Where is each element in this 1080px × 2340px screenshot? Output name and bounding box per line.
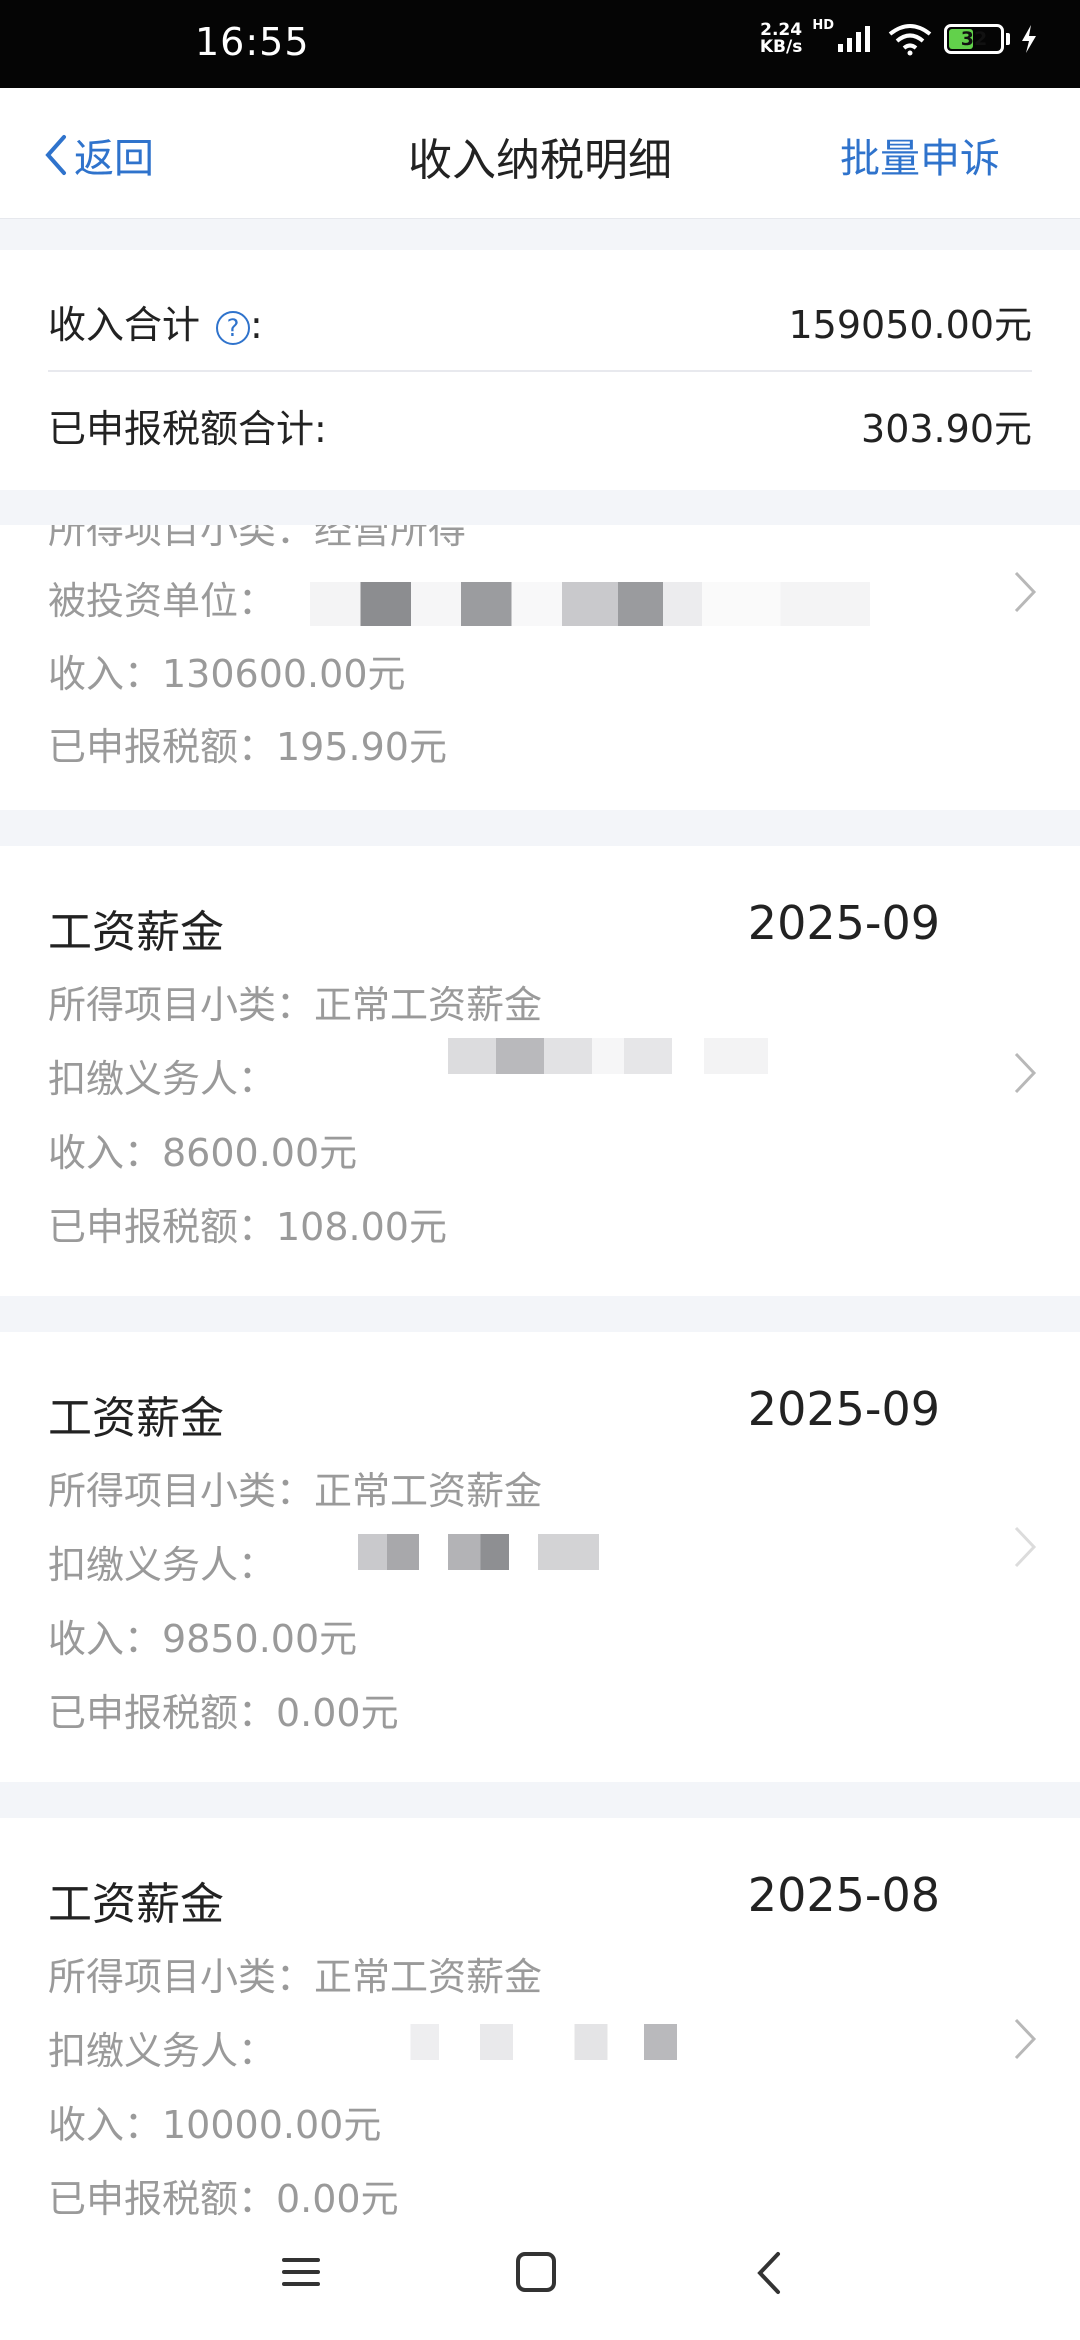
redacted-area (358, 1534, 718, 1570)
record-category: 所得项目小类：正常工资薪金 (48, 1469, 543, 1513)
record-title: 工资薪金 (48, 907, 224, 958)
income-total-value: 159050.00元 (788, 303, 1033, 347)
record-payer-label: 扣缴义务人： (48, 1057, 277, 1101)
tax-total-label: 已申报税额合计: (48, 407, 327, 451)
income-record-card[interactable]: 工资薪金 2025-09 所得项目小类：正常工资薪金 扣缴义务人： 收入：860… (0, 846, 1080, 1296)
back-triangle-icon[interactable] (754, 2250, 784, 2296)
status-icons: 2.24 KB/s HD 32 (760, 18, 1038, 56)
income-total-row: 收入合计?: 159050.00元 (48, 294, 1032, 349)
question-circle-icon[interactable]: ? (216, 310, 251, 345)
record-tax: 已申报税额：108.00元 (48, 1205, 447, 1249)
battery-level: 32 (960, 28, 988, 50)
network-speed-unit: KB/s (759, 37, 803, 57)
income-record-card[interactable]: 所得项目小类：经营所得 被投资单位： 收入：130600.00元 已申报税额：1… (0, 525, 1080, 810)
battery-icon: 32 (944, 24, 1004, 54)
record-income: 收入：130600.00元 (48, 652, 406, 696)
record-date: 2025-08 (747, 1868, 940, 1922)
home-square-icon[interactable] (514, 2250, 558, 2294)
chevron-right-icon (1014, 1526, 1037, 1568)
wifi-icon (888, 24, 932, 56)
record-income: 收入：8600.00元 (48, 1131, 358, 1175)
record-category: 所得项目小类：正常工资薪金 (48, 1955, 543, 1999)
chevron-right-icon (1014, 2018, 1037, 2060)
network-speed: 2.24 KB/s (760, 22, 802, 56)
redacted-area (310, 582, 870, 626)
record-title: 工资薪金 (48, 1879, 224, 1930)
chevron-right-icon (1014, 1052, 1037, 1094)
summary-card: 收入合计?: 159050.00元 已申报税额合计: 303.90元 (0, 250, 1080, 490)
record-title: 工资薪金 (48, 1393, 224, 1444)
record-category: 所得项目小类：经营所得 (48, 525, 467, 552)
nav-bar: 返回 收入纳税明细 批量申诉 (0, 88, 1080, 219)
record-payer-label: 扣缴义务人： (48, 1543, 277, 1587)
divider (48, 370, 1032, 372)
redacted-area (308, 2024, 718, 2060)
record-income: 收入：9850.00元 (48, 1617, 358, 1661)
income-record-card[interactable]: 工资薪金 2025-09 所得项目小类：正常工资薪金 扣缴义务人： 收入：985… (0, 1332, 1080, 1782)
redacted-area (448, 1038, 768, 1074)
record-tax: 已申报税额：0.00元 (48, 1691, 399, 1735)
tax-total-value: 303.90元 (861, 407, 1032, 451)
tax-total-row: 已申报税额合计: 303.90元 (48, 398, 1032, 453)
charging-icon (1022, 25, 1036, 53)
record-tax: 已申报税额：195.90元 (48, 725, 447, 769)
income-total-label: 收入合计 (48, 303, 201, 347)
record-category: 所得项目小类：正常工资薪金 (48, 983, 543, 1027)
chevron-right-icon (1014, 571, 1037, 613)
status-bar: 16:55 2.24 KB/s HD 32 (0, 0, 1080, 88)
record-payer-label: 被投资单位： (48, 579, 277, 623)
record-date: 2025-09 (747, 1382, 940, 1436)
income-total-label-group: 收入合计?: (48, 294, 263, 349)
menu-icon[interactable] (280, 2252, 322, 2292)
record-income: 收入：10000.00元 (48, 2103, 382, 2147)
battery-cap (1006, 33, 1010, 45)
income-total-colon: : (250, 303, 263, 347)
signal-icon (838, 26, 870, 52)
record-payer-label: 扣缴义务人： (48, 2029, 277, 2073)
record-tax: 已申报税额：0.00元 (48, 2177, 399, 2221)
batch-appeal-button[interactable]: 批量申诉 (840, 126, 1000, 184)
hd-indicator: HD (812, 17, 834, 33)
record-date: 2025-09 (747, 896, 940, 950)
status-time: 16:55 (195, 20, 310, 64)
